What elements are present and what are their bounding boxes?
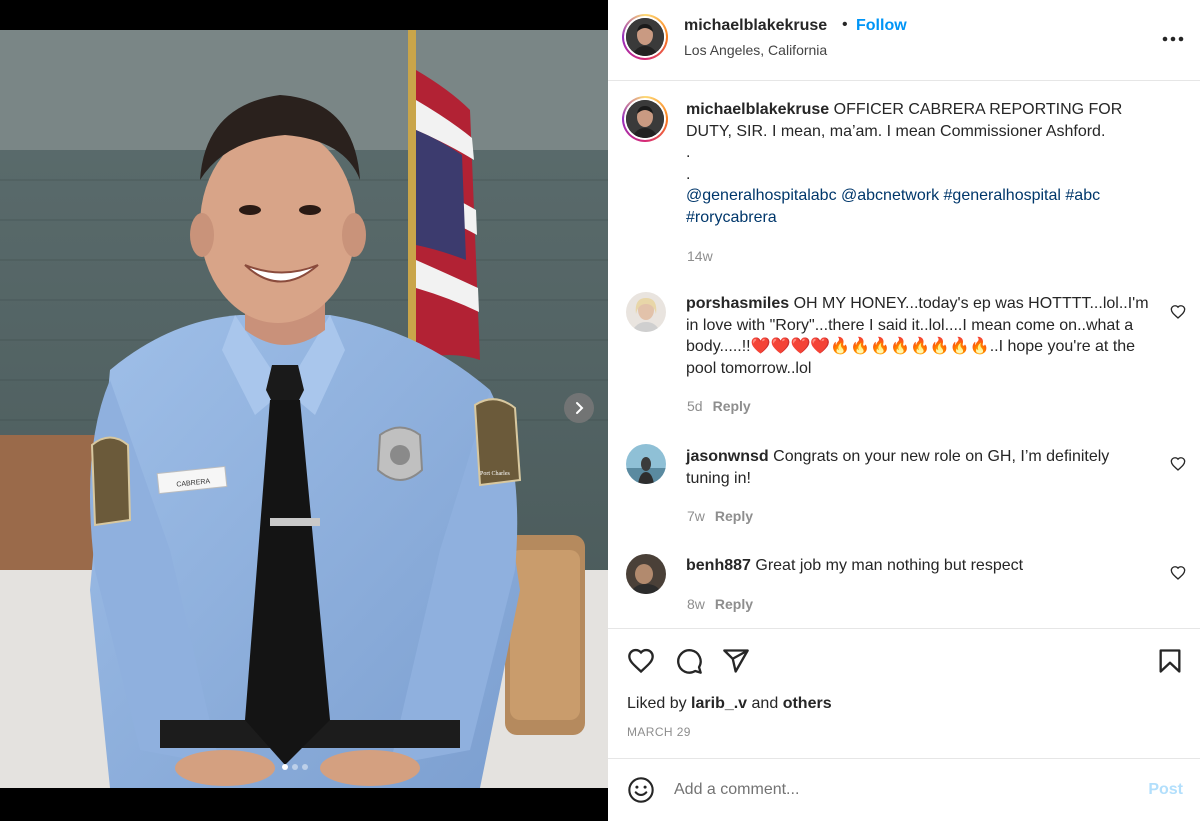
likes-summary: Liked by larib_.v and others (627, 695, 832, 713)
hashtag-link[interactable]: #rorycabrera (686, 209, 777, 226)
carousel-dot (292, 764, 298, 770)
heart-icon[interactable] (1170, 565, 1186, 581)
officer-photo-illustration: CABRERA Port Charles (0, 30, 608, 788)
reply-button[interactable]: Reply (715, 596, 753, 612)
post-author-username[interactable]: michaelblakekruse (684, 17, 827, 35)
comment: jasonwnsd Congrats on your new role on G… (686, 446, 1156, 489)
comment-username[interactable]: jasonwnsd (686, 448, 769, 465)
caption-avatar[interactable] (622, 96, 668, 142)
carousel-dots (282, 764, 308, 770)
heart-icon[interactable] (1170, 456, 1186, 472)
reply-button[interactable]: Reply (713, 398, 751, 414)
caption-age[interactable]: 14w (687, 248, 713, 264)
mention-link[interactable]: @abcnetwork (841, 187, 939, 204)
post-photo[interactable]: CABRERA Port Charles (0, 30, 608, 788)
comment-age[interactable]: 8w (687, 596, 705, 612)
commenter-avatar[interactable] (626, 292, 666, 332)
comment: porshasmiles OH MY HONEY...today's ep wa… (686, 293, 1156, 379)
comment-age[interactable]: 5d (687, 398, 703, 414)
bookmark-icon[interactable] (1156, 647, 1184, 675)
comment-icon[interactable] (675, 647, 703, 675)
avatar-image (626, 444, 666, 484)
comment-meta: 7w Reply (687, 508, 753, 524)
comment-username[interactable]: benh887 (686, 557, 751, 574)
hashtag-link[interactable]: #generalhospital (944, 187, 1061, 204)
post-date[interactable]: MARCH 29 (627, 725, 691, 739)
more-options-button[interactable] (1162, 26, 1184, 47)
comment-text: Great job my man nothing but respect (755, 557, 1024, 574)
post-media: CABRERA Port Charles (0, 0, 608, 821)
caption-dot: . (686, 144, 691, 161)
patch-text: Port Charles (480, 471, 510, 477)
follow-button[interactable]: Follow (856, 17, 907, 35)
caption-username[interactable]: michaelblakekruse (686, 101, 829, 118)
post-info-panel: michaelblakekruse • Follow Los Angeles, … (608, 0, 1200, 821)
post-comment-button[interactable]: Post (1148, 781, 1183, 799)
liked-by-others[interactable]: others (783, 695, 832, 712)
comment: benh887 Great job my man nothing but res… (686, 555, 1156, 577)
avatar-image (626, 18, 664, 56)
comment-username[interactable]: porshasmiles (686, 295, 789, 312)
heart-icon[interactable] (627, 647, 655, 675)
caption: michaelblakekruse OFFICER CABRERA REPORT… (686, 99, 1156, 228)
liked-by-user[interactable]: larib_.v (691, 695, 747, 712)
post-actions: Liked by larib_.v and others MARCH 29 (608, 628, 1200, 758)
avatar[interactable] (622, 14, 668, 60)
heart-icon[interactable] (1170, 304, 1186, 320)
comment-age[interactable]: 7w (687, 508, 705, 524)
carousel-dot (282, 764, 288, 770)
avatar-image (626, 100, 664, 138)
comments-section: michaelblakekruse OFFICER CABRERA REPORT… (608, 82, 1200, 628)
post-location[interactable]: Los Angeles, California (684, 42, 827, 58)
reply-button[interactable]: Reply (715, 508, 753, 524)
liked-by-and: and (751, 695, 779, 712)
liked-by-prefix: Liked by (627, 695, 687, 712)
avatar-image (626, 292, 666, 332)
comment-meta: 8w Reply (687, 596, 753, 612)
emoji-icon[interactable] (627, 776, 655, 804)
avatar-image (626, 554, 666, 594)
caption-dot: . (686, 165, 691, 183)
more-icon (1162, 36, 1184, 42)
hashtag-link[interactable]: #abc (1065, 187, 1100, 204)
add-comment-input[interactable] (674, 777, 1114, 803)
commenter-avatar[interactable] (626, 444, 666, 484)
header-separator: • (842, 16, 848, 33)
share-icon[interactable] (722, 647, 750, 675)
next-photo-button[interactable] (564, 393, 594, 423)
carousel-dot (302, 764, 308, 770)
add-comment-bar: Post (608, 758, 1200, 821)
mention-link[interactable]: @generalhospitalabc (686, 187, 837, 204)
comment-meta: 5d Reply (687, 398, 751, 414)
chevron-right-icon (576, 402, 584, 414)
commenter-avatar[interactable] (626, 554, 666, 594)
post-header: michaelblakekruse • Follow Los Angeles, … (608, 0, 1200, 81)
